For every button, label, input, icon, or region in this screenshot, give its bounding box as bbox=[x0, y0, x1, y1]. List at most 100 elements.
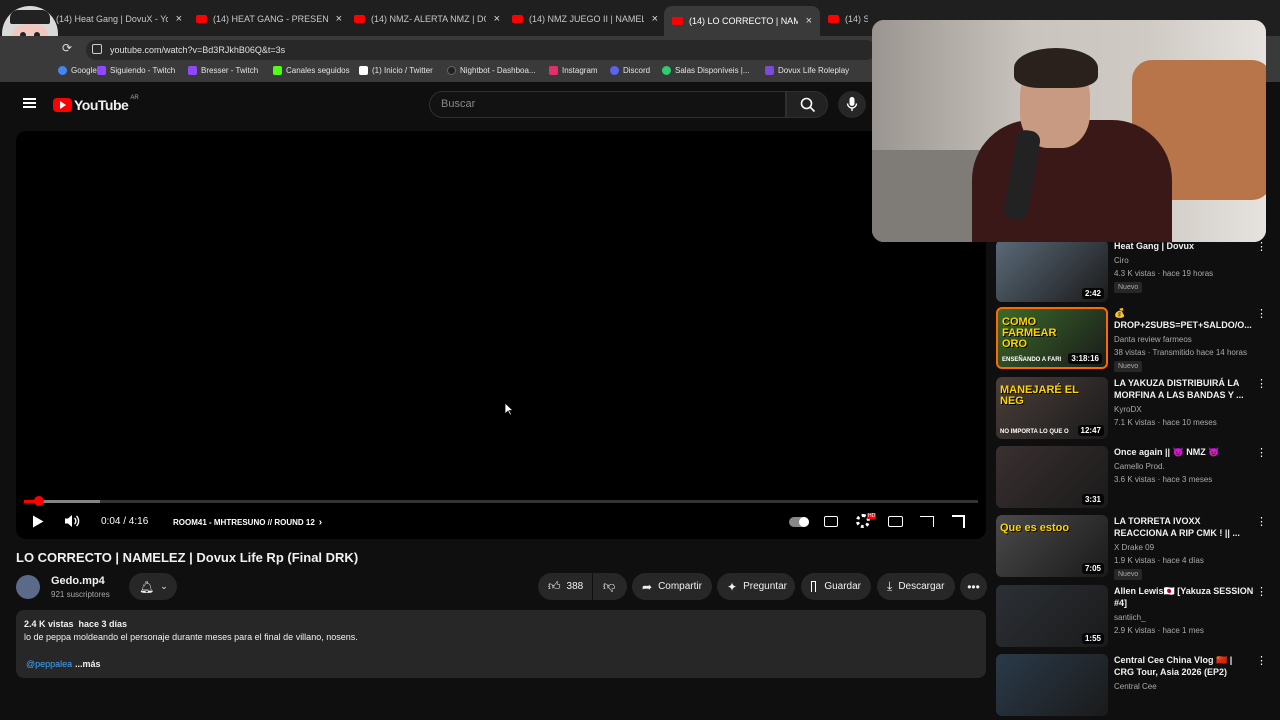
close-icon[interactable]: × bbox=[176, 13, 182, 25]
search-icon bbox=[800, 97, 816, 113]
more-vertical-icon[interactable]: ⋮ bbox=[1256, 377, 1267, 390]
recommendation-item[interactable]: Central Cee China Vlog 🇨🇳 | CRG Tour, As… bbox=[996, 654, 1267, 716]
recommendation-item[interactable]: 2:42 Heat Gang | Dovux Ciro 4.3 K vistas · … bbox=[996, 240, 1267, 302]
channel-name[interactable]: Gedo.mp4 bbox=[51, 575, 105, 587]
share-button[interactable]: ➦ Compartir bbox=[632, 573, 712, 600]
close-icon[interactable]: × bbox=[806, 15, 812, 27]
more-vertical-icon[interactable]: ⋮ bbox=[1256, 446, 1267, 459]
description-mention-link[interactable]: @peppalea bbox=[26, 659, 72, 669]
webcam-overlay bbox=[872, 20, 1266, 242]
recommendation-channel[interactable]: Central Cee bbox=[1114, 682, 1157, 691]
tab-4-active[interactable]: (14) LO CORRECTO | NAMELEZ× bbox=[664, 6, 820, 36]
chapter-title-button[interactable]: ROOM41 - MHTRESUNO // ROUND 12 › bbox=[173, 517, 322, 528]
recommendation-item[interactable]: 1:55 Allen Lewis🇯🇵 [Yakuza SESSION #4] san… bbox=[996, 585, 1267, 647]
cast-icon[interactable] bbox=[920, 516, 934, 527]
recommendation-thumbnail[interactable]: Que es estoo 7:05 bbox=[996, 515, 1108, 577]
recommendation-item[interactable]: COMO FARMEAR ORO ENSEÑANDO A FARI 3:18:16 💰… bbox=[996, 307, 1267, 372]
show-more-link[interactable]: ...más bbox=[75, 659, 101, 669]
salas-icon bbox=[662, 66, 671, 75]
recommendation-item[interactable]: MANEJARÉ EL NEG NO IMPORTA LO QUE O 12:47 L… bbox=[996, 377, 1267, 439]
close-icon[interactable]: × bbox=[494, 13, 500, 25]
more-vertical-icon[interactable]: ⋮ bbox=[1256, 585, 1267, 598]
subtitles-icon[interactable] bbox=[824, 516, 838, 527]
bookmark-nightbot[interactable]: Nightbot - Dashboa... bbox=[447, 66, 536, 75]
menu-icon[interactable] bbox=[23, 98, 36, 108]
more-actions-button[interactable]: ••• bbox=[960, 573, 987, 600]
reload-icon[interactable]: ⟳ bbox=[62, 41, 72, 55]
fullscreen-icon[interactable] bbox=[952, 515, 965, 528]
description-box[interactable]: 2.4 K vistas hace 3 días lo de peppa mol… bbox=[16, 610, 986, 678]
tab-5[interactable]: (14) SI SE MUERE UNO SE MUERE bbox=[828, 8, 868, 30]
url-field[interactable]: youtube.com/watch?v=Bd3RJkhB06Q&t=3s bbox=[86, 40, 876, 60]
ask-button[interactable]: ✦ Preguntar bbox=[717, 573, 795, 600]
recommendation-thumbnail[interactable]: 3:31 bbox=[996, 446, 1108, 508]
recommendation-channel[interactable]: Ciro bbox=[1114, 256, 1129, 265]
bookmark-bresser-twitch[interactable]: Bresser - Twitch bbox=[188, 66, 258, 75]
autoplay-toggle[interactable] bbox=[789, 517, 809, 527]
thumbnail-text: COMO FARMEAR ORO bbox=[1002, 316, 1057, 350]
like-button[interactable]: 👍︎ 388 bbox=[538, 573, 592, 600]
tab-0[interactable]: (14) Heat Gang | DovuX - YouTube× bbox=[56, 8, 182, 30]
bookmark-twitter[interactable]: (1) Inicio / Twitter bbox=[359, 66, 433, 75]
recommendation-thumbnail[interactable]: MANEJARÉ EL NEG NO IMPORTA LO QUE O 12:47 bbox=[996, 377, 1108, 439]
dislike-button[interactable]: 👎︎ bbox=[593, 573, 627, 600]
download-icon: ⤓ bbox=[887, 579, 893, 593]
bookmark-salas[interactable]: Salas Disponíveis |... bbox=[662, 66, 750, 75]
thumbnail-text: MANEJARÉ EL NEG bbox=[1000, 384, 1079, 407]
twitch-icon bbox=[188, 66, 197, 75]
more-vertical-icon[interactable]: ⋮ bbox=[1256, 515, 1267, 528]
tab-2[interactable]: (14) NMZ- ALERTA NMZ | DOVUX× bbox=[354, 8, 500, 30]
recommendation-title[interactable]: LA YAKUZA DISTRIBUIRÁ LA MORFINA A LAS B… bbox=[1114, 377, 1254, 401]
search-button[interactable] bbox=[786, 91, 828, 118]
recommendation-title[interactable]: Once again || 😈 NMZ 😈 bbox=[1114, 446, 1254, 458]
recommendation-channel[interactable]: KyroDX bbox=[1114, 405, 1142, 414]
miniplayer-icon[interactable] bbox=[888, 516, 903, 527]
recommendation-meta: 4.3 K vistas · hace 19 horas bbox=[1114, 269, 1214, 278]
save-button[interactable]: Guardar bbox=[801, 573, 871, 600]
recommendation-title[interactable]: Allen Lewis🇯🇵 [Yakuza SESSION #4] bbox=[1114, 585, 1254, 609]
tab-1[interactable]: (14) HEAT GANG - PRESENTACIÓN× bbox=[196, 8, 342, 30]
recommendation-channel[interactable]: santiich_ bbox=[1114, 613, 1146, 622]
recommendation-channel[interactable]: Danta review farmeos bbox=[1114, 335, 1192, 344]
bookmark-canales-seguidos[interactable]: Canales seguidos bbox=[273, 66, 350, 75]
recommendation-thumbnail[interactable]: 1:55 bbox=[996, 585, 1108, 647]
notifications-button[interactable]: 🔔︎ ⌄ bbox=[129, 573, 177, 600]
recommendation-thumbnail[interactable]: COMO FARMEAR ORO ENSEÑANDO A FARI 3:18:16 bbox=[996, 307, 1108, 369]
recommendation-channel[interactable]: X Drake 09 bbox=[1114, 543, 1154, 552]
new-badge: Nuevo bbox=[1114, 282, 1143, 293]
play-icon[interactable] bbox=[32, 515, 44, 528]
close-icon[interactable]: × bbox=[652, 13, 658, 25]
video-player[interactable] bbox=[16, 131, 986, 539]
tab-3[interactable]: (14) NMZ JUEGO II | NAMELEZ× bbox=[512, 8, 658, 30]
more-vertical-icon[interactable]: ⋮ bbox=[1256, 307, 1267, 320]
close-icon[interactable]: × bbox=[336, 13, 342, 25]
site-info-icon[interactable] bbox=[92, 44, 102, 54]
volume-icon[interactable] bbox=[64, 514, 80, 528]
bookmark-instagram[interactable]: Instagram bbox=[549, 66, 598, 75]
recommendation-title[interactable]: 💰 DROP+2SUBS=PET+SALDO/O... bbox=[1114, 307, 1254, 331]
bookmark-dovux[interactable]: Dovux Life Roleplay bbox=[765, 66, 849, 75]
recommendation-item[interactable]: Que es estoo 7:05 LA TORRETA IVOXX REACCIO… bbox=[996, 515, 1267, 580]
youtube-favicon-icon bbox=[354, 15, 365, 23]
duration-badge: 3:18:16 bbox=[1068, 353, 1102, 364]
youtube-logo[interactable]: YouTube AR bbox=[53, 95, 139, 113]
search-input[interactable]: Buscar bbox=[429, 91, 786, 118]
youtube-favicon-icon bbox=[672, 17, 683, 25]
recommendation-thumbnail[interactable] bbox=[996, 654, 1108, 716]
bookmark-discord[interactable]: Discord bbox=[610, 66, 650, 75]
duration-badge: 12:47 bbox=[1077, 425, 1104, 436]
voice-search-button[interactable] bbox=[838, 91, 866, 118]
recommendation-thumbnail[interactable]: 2:42 bbox=[996, 240, 1108, 302]
bookmark-google[interactable]: Google bbox=[58, 66, 97, 75]
download-button[interactable]: ⤓ Descargar bbox=[877, 573, 955, 600]
recommendation-title[interactable]: LA TORRETA IVOXX REACCIONA A RIP CMK ! |… bbox=[1114, 515, 1254, 539]
channel-avatar[interactable] bbox=[16, 575, 40, 599]
progress-bar[interactable] bbox=[24, 496, 978, 506]
recommendation-item[interactable]: 3:31 Once again || 😈 NMZ 😈 Camello Prod. 3.… bbox=[996, 446, 1267, 508]
recommendation-channel[interactable]: Camello Prod. bbox=[1114, 462, 1165, 471]
youtube-favicon-icon bbox=[196, 15, 207, 23]
x-twitter-icon bbox=[359, 66, 368, 75]
bookmark-siguiendo-twitch[interactable]: Siguiendo - Twitch bbox=[97, 66, 175, 75]
more-vertical-icon[interactable]: ⋮ bbox=[1256, 654, 1267, 667]
recommendation-title[interactable]: Central Cee China Vlog 🇨🇳 | CRG Tour, As… bbox=[1114, 654, 1254, 678]
